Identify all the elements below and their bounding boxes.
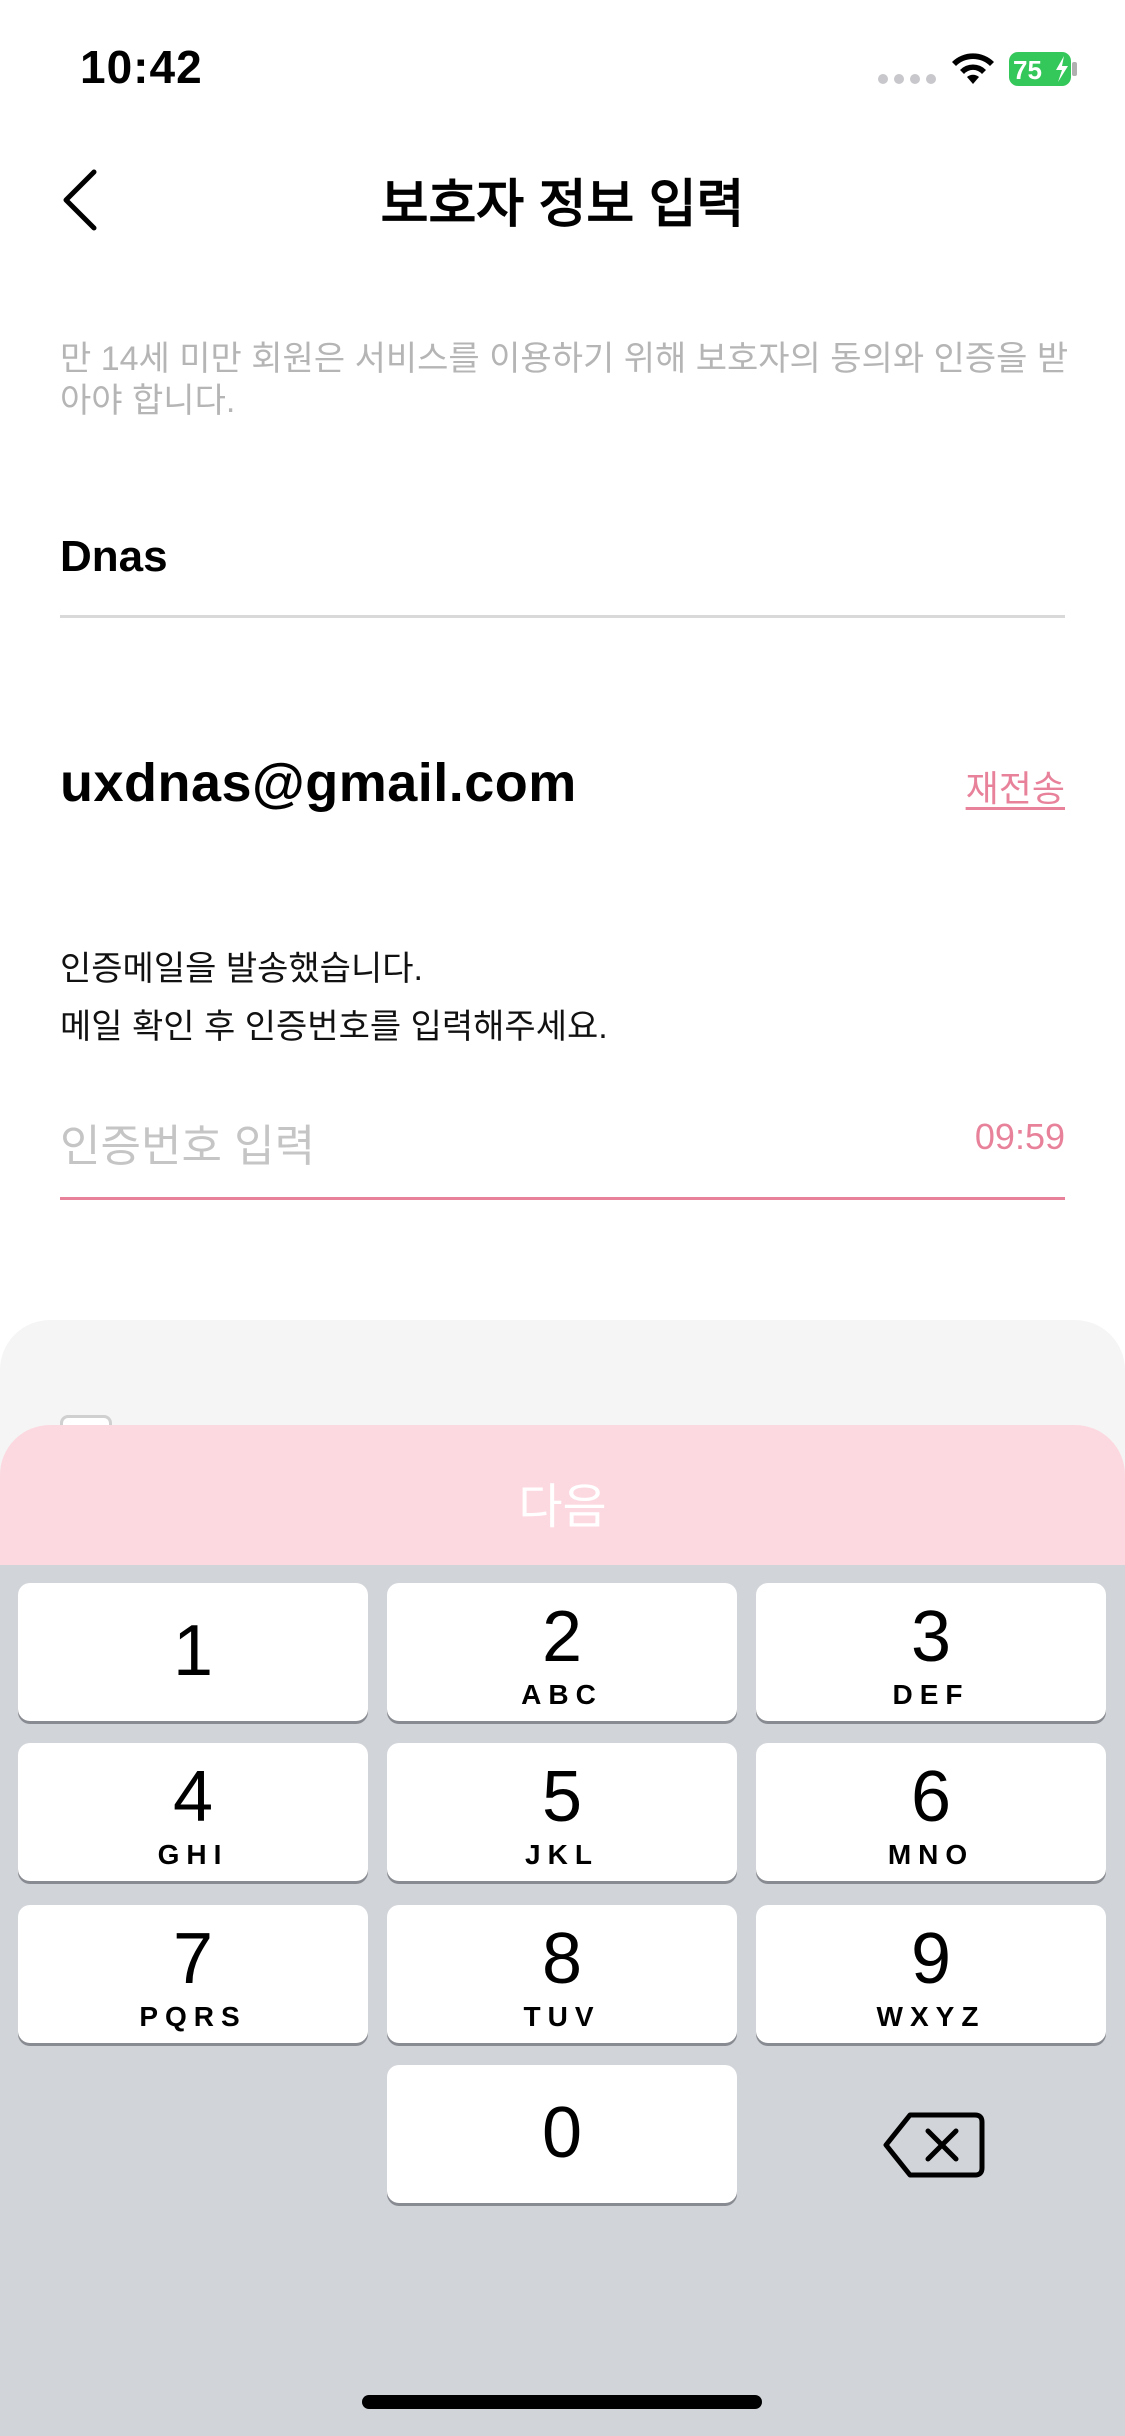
resend-link[interactable]: 재전송 — [966, 760, 1065, 812]
key-1[interactable]: 1 — [18, 1583, 368, 1721]
next-button-label: 다음 — [518, 1481, 607, 1534]
cellular-signal-icon — [878, 74, 936, 84]
key-7[interactable]: 7 PQRS — [18, 1905, 368, 2043]
key-2[interactable]: 2 ABC — [387, 1583, 737, 1721]
email-row: uxdnas@gmail.com 재전송 — [60, 740, 1065, 820]
key-4[interactable]: 4 GHI — [18, 1743, 368, 1881]
status-bar: 10:42 75 — [0, 0, 1125, 140]
guardian-name-value: Dnas — [60, 532, 168, 581]
key-9[interactable]: 9 WXYZ — [756, 1905, 1106, 2043]
next-button[interactable]: 다음 — [0, 1425, 1125, 1565]
countdown-timer: 09:59 — [974, 1116, 1065, 1157]
sent-message-line2: 메일 확인 후 인증번호를 입력해주세요. — [60, 1008, 608, 1046]
status-time: 10:42 — [80, 41, 203, 93]
verification-code-input[interactable]: 인증번호 입력 09:59 — [60, 1100, 1065, 1200]
key-8[interactable]: 8 TUV — [387, 1905, 737, 2043]
home-indicator — [362, 2395, 762, 2409]
key-0[interactable]: 0 — [387, 2065, 737, 2203]
wifi-icon — [952, 53, 994, 84]
email-value: uxdnas@gmail.com — [60, 753, 577, 813]
battery-icon: 75 — [1009, 52, 1077, 86]
sent-message-line1: 인증메일을 발송했습니다. — [60, 950, 423, 988]
verification-sent-message: 인증메일을 발송했습니다. 메일 확인 후 인증번호를 입력해주세요. — [60, 940, 608, 1056]
key-5[interactable]: 5 JKL — [387, 1743, 737, 1881]
backspace-icon[interactable] — [880, 2100, 990, 2190]
battery-level: 75 — [1013, 55, 1042, 85]
key-3[interactable]: 3 DEF — [756, 1583, 1106, 1721]
numeric-keypad: 1 2 ABC 3 DEF 4 GHI 5 JKL 6 MNO 7 PQRS 8… — [0, 1565, 1125, 2436]
page-title: 보호자 정보 입력 — [380, 176, 745, 234]
guardian-name-field[interactable]: Dnas — [60, 520, 1065, 618]
key-6[interactable]: 6 MNO — [756, 1743, 1106, 1881]
verification-code-placeholder: 인증번호 입력 — [60, 1122, 316, 1171]
guardian-description: 만 14세 미만 회원은 서비스를 이용하기 위해 보호자의 동의와 인증을 받… — [60, 340, 1069, 420]
